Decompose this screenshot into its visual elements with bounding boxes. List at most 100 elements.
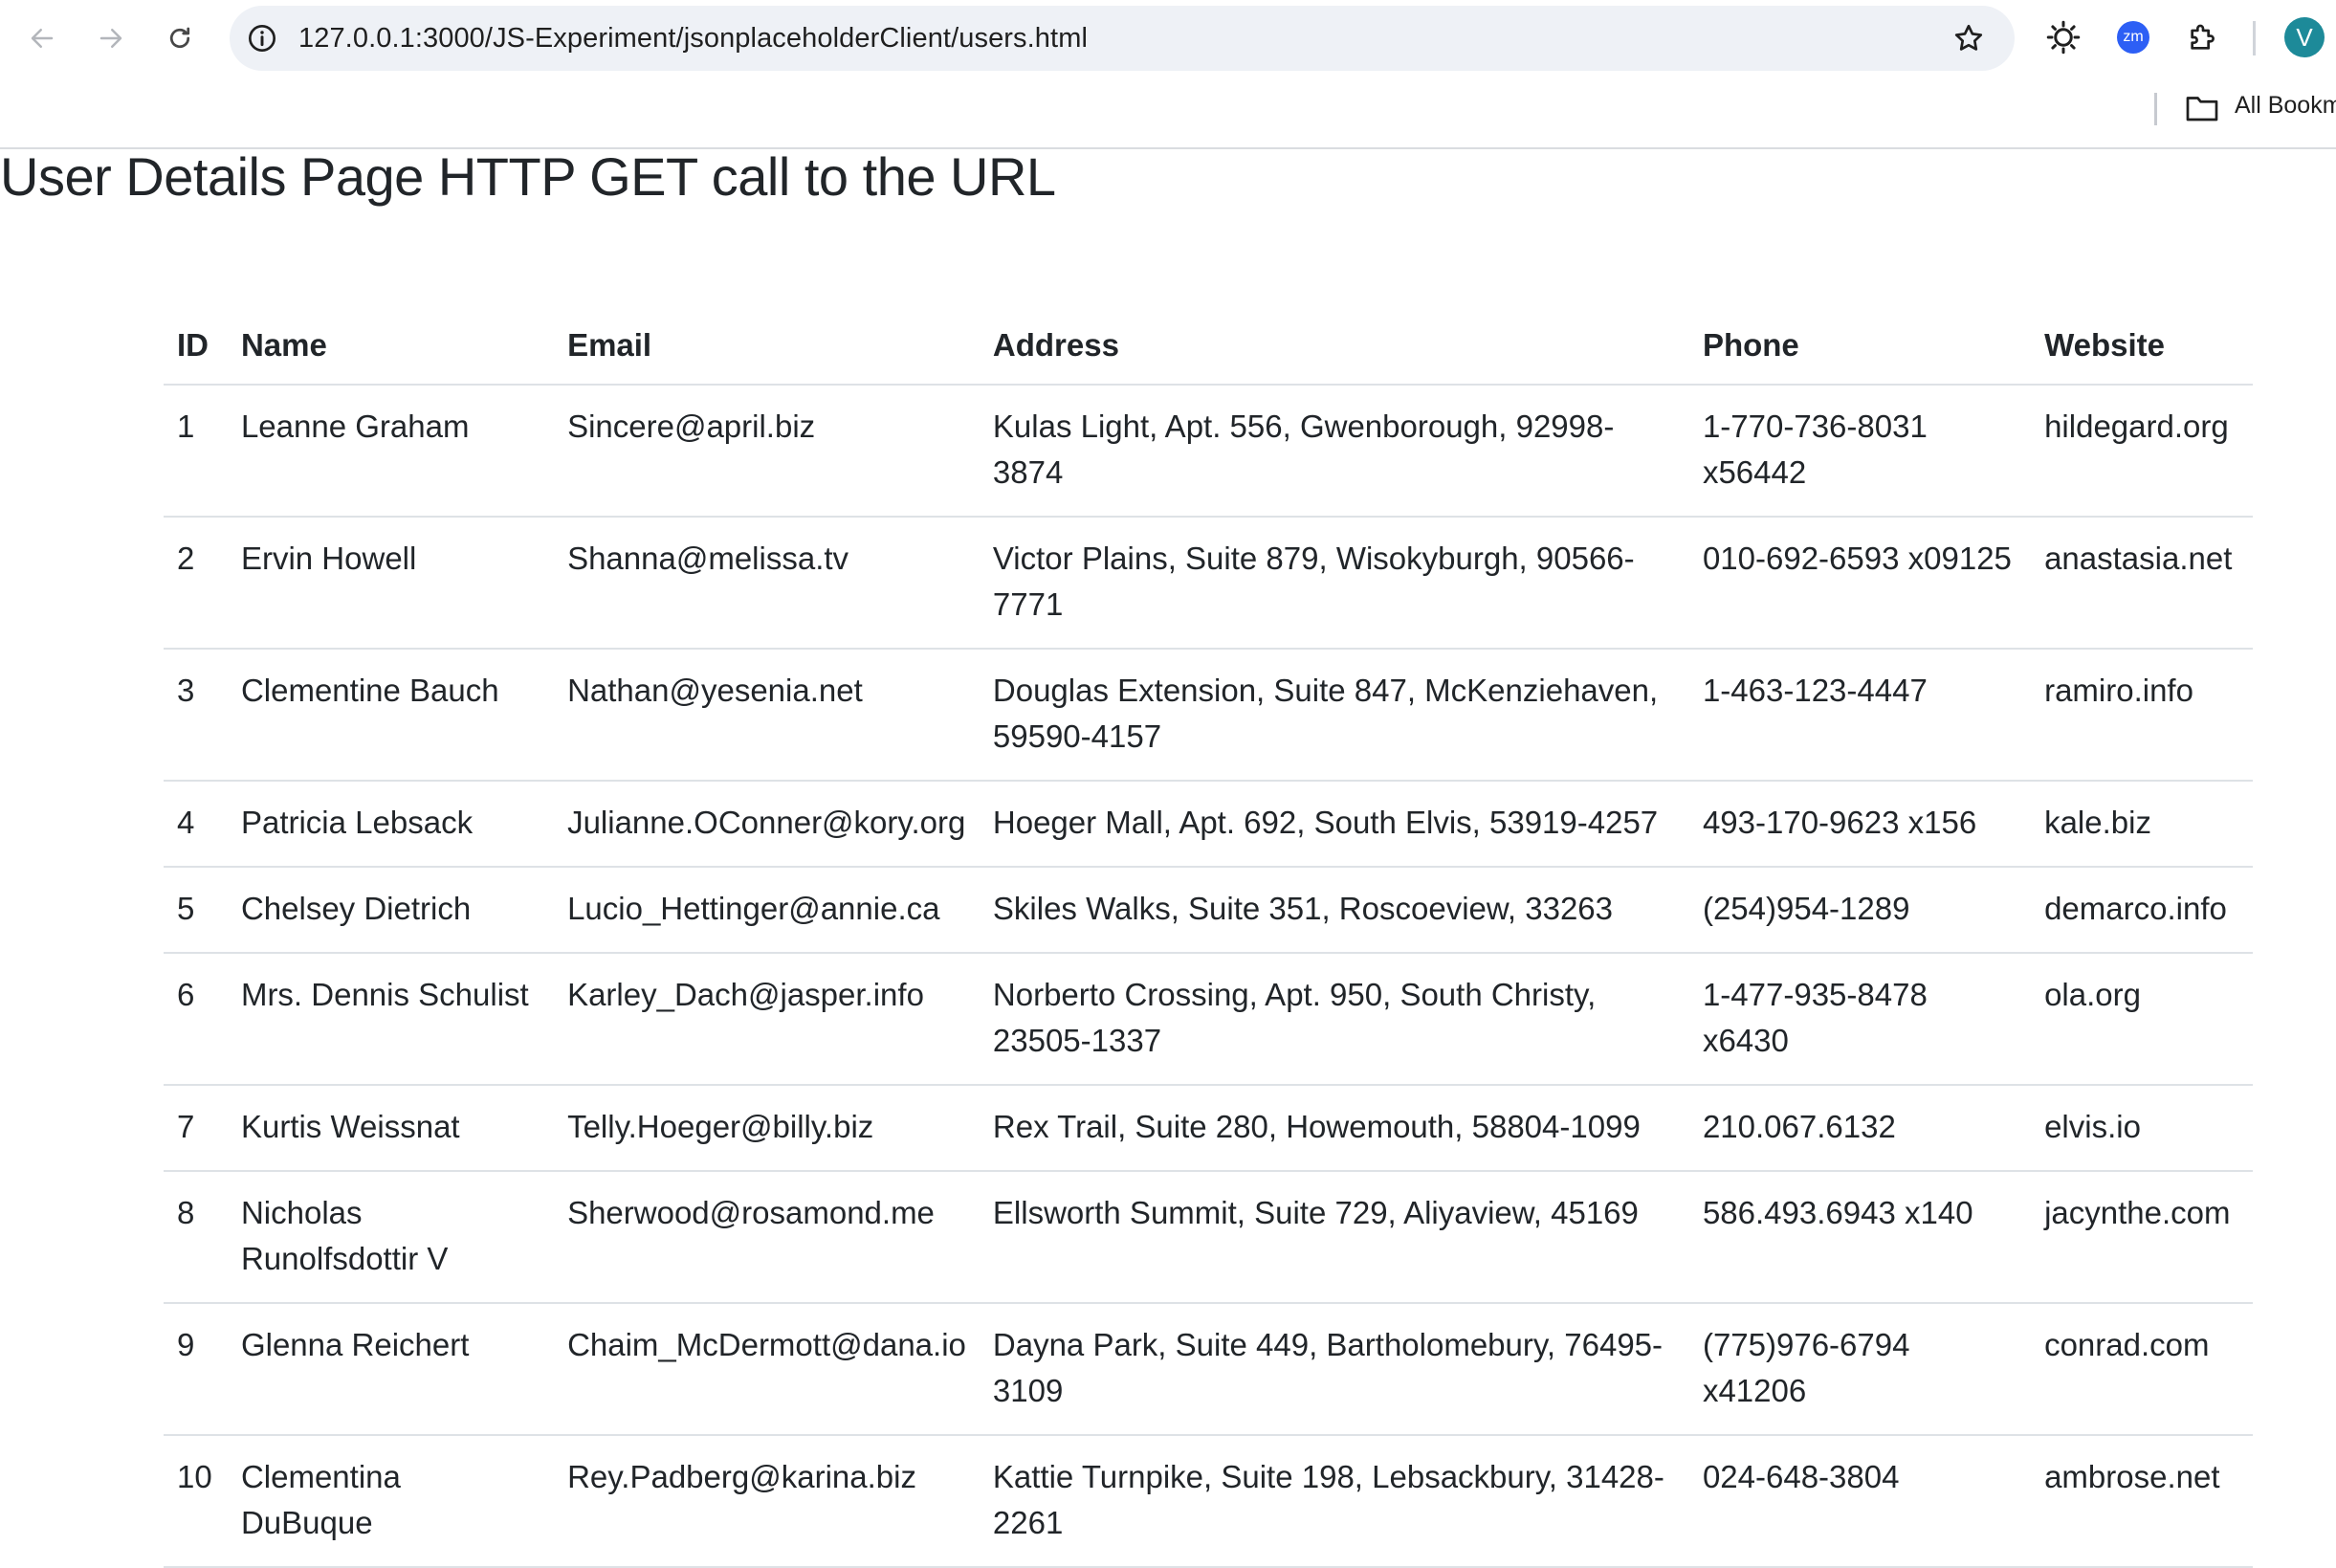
users-table-body: 1 Leanne Graham Sincere@april.biz Kulas Lig… — [164, 385, 2253, 1568]
users-table: ID Name Email Address Phone Website 1 Lea… — [164, 308, 2253, 1568]
table-row: 5 Chelsey Dietrich Lucio_Hettinger@annie.c… — [164, 867, 2253, 954]
cell-address: Hoeger Mall, Apt. 692, South Elvis, 5391… — [979, 781, 1689, 868]
table-row: 9 Glenna Reichert Chaim_McDermott@dana.io D… — [164, 1303, 2253, 1436]
cell-phone: (775)976-6794 x41206 — [1688, 1303, 2032, 1436]
zoom-extension-icon[interactable]: zm — [2115, 19, 2151, 55]
cell-email: Sherwood@rosamond.me — [554, 1171, 980, 1304]
bookmark-star-icon[interactable] — [1951, 21, 1986, 55]
cell-email: Chaim_McDermott@dana.io — [554, 1303, 980, 1436]
cell-name: Clementina DuBuque — [227, 1435, 555, 1568]
toolbar-divider — [2253, 21, 2256, 55]
table-header-row: ID Name Email Address Phone Website — [164, 308, 2253, 386]
cell-name: Ervin Howell — [227, 517, 555, 650]
reload-button[interactable] — [158, 16, 202, 60]
cell-phone: 1-463-123-4447 — [1688, 649, 2032, 782]
header-address: Address — [979, 308, 1689, 386]
sun-extension-icon[interactable] — [2045, 19, 2082, 55]
table-row: 7 Kurtis Weissnat Telly.Hoeger@billy.biz Re… — [164, 1085, 2253, 1172]
cell-website: ola.org — [2031, 953, 2253, 1086]
cell-phone: 493-170-9623 x156 — [1688, 781, 2032, 868]
zoom-badge: zm — [2117, 21, 2149, 54]
cell-phone: 586.493.6943 x140 — [1688, 1171, 2032, 1304]
cell-website: ambrose.net — [2031, 1435, 2253, 1568]
cell-id: 4 — [164, 781, 228, 868]
cell-name: Clementine Bauch — [227, 649, 555, 782]
cell-id: 5 — [164, 867, 228, 954]
profile-avatar[interactable]: V — [2284, 17, 2325, 57]
cell-phone: (254)954-1289 — [1688, 867, 2032, 954]
cell-email: Shanna@melissa.tv — [554, 517, 980, 650]
table-row: 1 Leanne Graham Sincere@april.biz Kulas Lig… — [164, 385, 2253, 518]
cell-address: Rex Trail, Suite 280, Howemouth, 58804-1… — [979, 1085, 1689, 1172]
cell-website: demarco.info — [2031, 867, 2253, 954]
page-title: User Details Page HTTP GET call to the U… — [0, 146, 1056, 207]
cell-name: Patricia Lebsack — [227, 781, 555, 868]
cell-name: Nicholas Runolfsdottir V — [227, 1171, 555, 1304]
cell-address: Skiles Walks, Suite 351, Roscoeview, 332… — [979, 867, 1689, 954]
cell-id: 10 — [164, 1435, 228, 1568]
table-row: 8 Nicholas Runolfsdottir V Sherwood@rosamo… — [164, 1171, 2253, 1304]
cell-address: Ellsworth Summit, Suite 729, Aliyaview, … — [979, 1171, 1689, 1304]
table-row: 2 Ervin Howell Shanna@melissa.tv Victor Pla… — [164, 517, 2253, 650]
cell-id: 1 — [164, 385, 228, 518]
bookmarks-bar: All Bookm — [0, 78, 2336, 149]
cell-email: Nathan@yesenia.net — [554, 649, 980, 782]
cell-email: Telly.Hoeger@billy.biz — [554, 1085, 980, 1172]
cell-name: Glenna Reichert — [227, 1303, 555, 1436]
header-id: ID — [164, 308, 228, 386]
address-bar[interactable]: 127.0.0.1:3000/JS-Experiment/jsonplaceho… — [230, 6, 2015, 71]
cell-name: Kurtis Weissnat — [227, 1085, 555, 1172]
forward-button[interactable] — [89, 16, 133, 60]
cell-name: Chelsey Dietrich — [227, 867, 555, 954]
cell-id: 3 — [164, 649, 228, 782]
cell-address: Dayna Park, Suite 449, Bartholomebury, 7… — [979, 1303, 1689, 1436]
cell-email: Rey.Padberg@karina.biz — [554, 1435, 980, 1568]
cell-id: 9 — [164, 1303, 228, 1436]
folder-icon[interactable] — [2185, 94, 2219, 122]
arrow-left-icon — [31, 29, 54, 48]
cell-name: Mrs. Dennis Schulist — [227, 953, 555, 1086]
site-info-icon[interactable] — [247, 23, 277, 54]
table-row: 10 Clementina DuBuque Rey.Padberg@karina.b… — [164, 1435, 2253, 1568]
cell-website: kale.biz — [2031, 781, 2253, 868]
cell-address: Douglas Extension, Suite 847, McKenzieha… — [979, 649, 1689, 782]
cell-email: Julianne.OConner@kory.org — [554, 781, 980, 868]
cell-address: Norberto Crossing, Apt. 950, South Chris… — [979, 953, 1689, 1086]
cell-phone: 024-648-3804 — [1688, 1435, 2032, 1568]
header-website: Website — [2031, 308, 2253, 386]
reload-icon — [169, 27, 190, 49]
cell-id: 8 — [164, 1171, 228, 1304]
header-name: Name — [227, 308, 555, 386]
back-button[interactable] — [20, 16, 64, 60]
cell-email: Karley_Dach@jasper.info — [554, 953, 980, 1086]
cell-address: Kattie Turnpike, Suite 198, Lebsackbury,… — [979, 1435, 1689, 1568]
cell-name: Leanne Graham — [227, 385, 555, 518]
table-row: 6 Mrs. Dennis Schulist Karley_Dach@jasper.… — [164, 953, 2253, 1086]
browser-toolbar: 127.0.0.1:3000/JS-Experiment/jsonplaceho… — [0, 0, 2336, 78]
cell-website: anastasia.net — [2031, 517, 2253, 650]
cell-email: Sincere@april.biz — [554, 385, 980, 518]
cell-id: 7 — [164, 1085, 228, 1172]
cell-id: 2 — [164, 517, 228, 650]
cell-email: Lucio_Hettinger@annie.ca — [554, 867, 980, 954]
extensions-puzzle-icon[interactable] — [2185, 19, 2221, 55]
bookmarks-separator — [2154, 93, 2157, 125]
cell-website: conrad.com — [2031, 1303, 2253, 1436]
cell-phone: 210.067.6132 — [1688, 1085, 2032, 1172]
cell-address: Victor Plains, Suite 879, Wisokyburgh, 9… — [979, 517, 1689, 650]
arrow-right-icon — [99, 29, 122, 48]
url-text[interactable]: 127.0.0.1:3000/JS-Experiment/jsonplaceho… — [298, 23, 1088, 55]
table-row: 3 Clementine Bauch Nathan@yesenia.net Dougl… — [164, 649, 2253, 782]
cell-phone: 010-692-6593 x09125 — [1688, 517, 2032, 650]
cell-phone: 1-477-935-8478 x6430 — [1688, 953, 2032, 1086]
all-bookmarks-label[interactable]: All Bookm — [2235, 92, 2336, 120]
cell-website: hildegard.org — [2031, 385, 2253, 518]
cell-website: jacynthe.com — [2031, 1171, 2253, 1304]
cell-website: ramiro.info — [2031, 649, 2253, 782]
cell-phone: 1-770-736-8031 x56442 — [1688, 385, 2032, 518]
cell-website: elvis.io — [2031, 1085, 2253, 1172]
table-row: 4 Patricia Lebsack Julianne.OConner@kory.o… — [164, 781, 2253, 868]
header-phone: Phone — [1688, 308, 2032, 386]
cell-address: Kulas Light, Apt. 556, Gwenborough, 9299… — [979, 385, 1689, 518]
cell-id: 6 — [164, 953, 228, 1086]
